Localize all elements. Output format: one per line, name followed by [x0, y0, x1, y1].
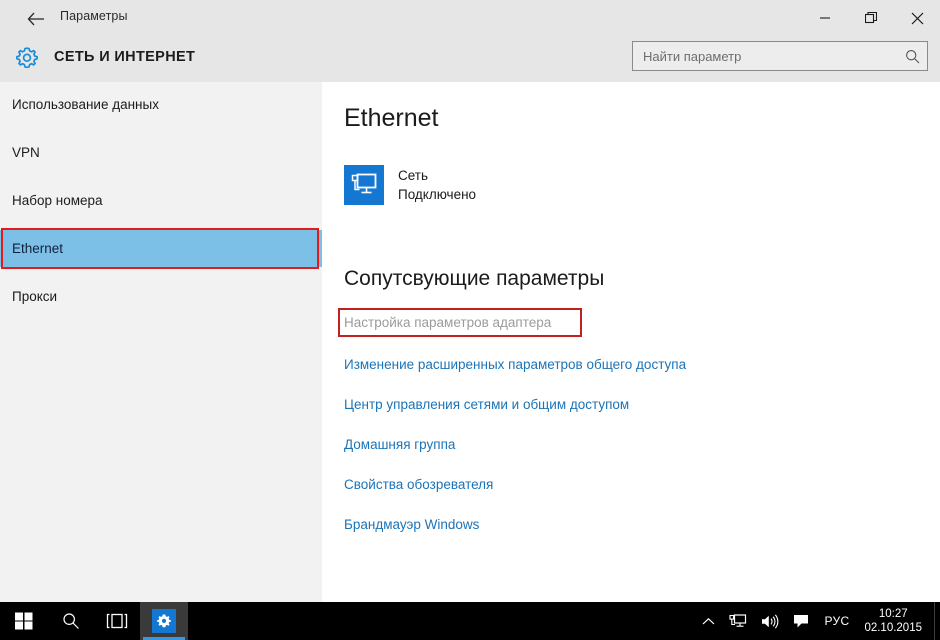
sidebar-item-proxy[interactable]: Прокси [0, 278, 322, 315]
sidebar: Использование данных VPN Набор номера Et… [0, 82, 322, 602]
window-controls [802, 0, 940, 36]
category-title: СЕТЬ И ИНТЕРНЕТ [54, 49, 196, 65]
search-icon[interactable] [901, 42, 927, 70]
sidebar-item-label: Ethernet [12, 241, 64, 256]
network-icon[interactable] [722, 602, 754, 640]
task-view-icon[interactable] [94, 602, 140, 640]
language-indicator[interactable]: РУС [816, 614, 859, 628]
settings-window: Параметры СЕТЬ И ИНТЕРНЕТ Найти параметр… [0, 0, 940, 640]
minimize-button[interactable] [802, 0, 848, 36]
link-windows-firewall[interactable]: Брандмауэр Windows [344, 516, 479, 534]
sidebar-item-label: Набор номера [12, 193, 103, 208]
network-status-row[interactable]: Сеть Подключено [344, 165, 476, 205]
network-name: Сеть [398, 168, 429, 183]
sidebar-item-label: VPN [12, 145, 40, 160]
close-button[interactable] [894, 0, 940, 36]
clock[interactable]: 10:27 02.10.2015 [858, 602, 934, 640]
ethernet-monitor-icon [344, 165, 384, 205]
system-tray: РУС 10:27 02.10.2015 [695, 602, 940, 640]
sidebar-item-data-usage[interactable]: Использование данных [0, 86, 322, 123]
category-header: СЕТЬ И ИНТЕРНЕТ [0, 36, 940, 82]
window-title: Параметры [60, 9, 128, 23]
page-title: Ethernet [344, 104, 439, 132]
search-input[interactable] [633, 42, 901, 70]
show-desktop-button[interactable] [934, 602, 940, 640]
network-text: Сеть Подключено [398, 165, 476, 204]
network-status: Подключено [398, 187, 477, 202]
volume-icon[interactable] [754, 602, 786, 640]
content-pane: Ethernet Сеть Подключено Сопутсвующие па… [322, 82, 940, 602]
related-settings-links: Настройка параметров адаптера Изменение … [344, 314, 904, 556]
link-adapter-settings[interactable]: Настройка параметров адаптера [344, 314, 551, 332]
sidebar-item-dial-up[interactable]: Набор номера [0, 182, 322, 219]
sidebar-item-ethernet[interactable]: Ethernet [0, 230, 322, 267]
link-homegroup[interactable]: Домашняя группа [344, 436, 455, 454]
title-bar: Параметры [0, 0, 940, 36]
windows-start-icon[interactable] [0, 602, 48, 640]
show-hidden-icons-chevron[interactable] [695, 602, 722, 640]
sidebar-item-vpn[interactable]: VPN [0, 134, 322, 171]
settings-gear-icon [152, 609, 176, 633]
clock-time: 10:27 [878, 608, 908, 620]
restore-button[interactable] [848, 0, 894, 36]
back-button[interactable] [24, 8, 48, 30]
gear-icon [13, 44, 41, 72]
search-box[interactable] [632, 41, 928, 71]
link-advanced-sharing-settings[interactable]: Изменение расширенных параметров общего … [344, 356, 686, 374]
link-network-and-sharing-center[interactable]: Центр управления сетями и общим доступом [344, 396, 629, 414]
action-center-icon[interactable] [786, 602, 816, 640]
related-settings-heading: Сопутсвующие параметры [344, 267, 605, 290]
taskbar-search-icon[interactable] [48, 602, 94, 640]
sidebar-item-label: Использование данных [12, 97, 159, 112]
taskbar-settings-app[interactable] [140, 602, 188, 640]
link-internet-options[interactable]: Свойства обозревателя [344, 476, 493, 494]
taskbar: РУС 10:27 02.10.2015 [0, 602, 940, 640]
clock-date: 02.10.2015 [864, 622, 922, 634]
sidebar-item-label: Прокси [12, 289, 58, 304]
